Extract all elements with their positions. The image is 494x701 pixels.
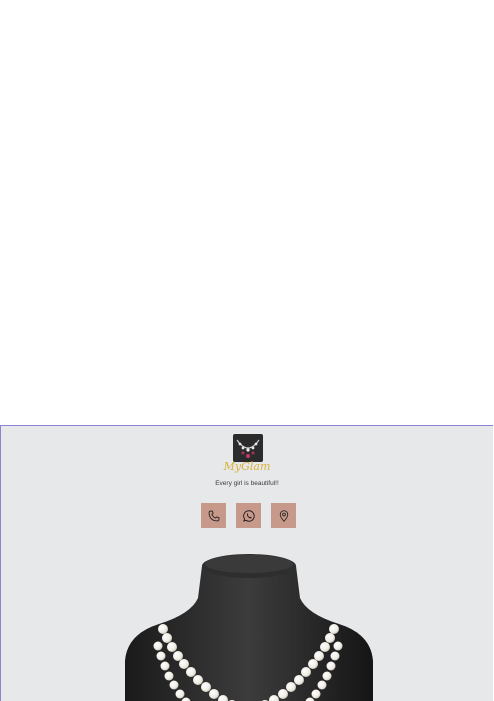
call-button[interactable] bbox=[201, 503, 226, 528]
phone-icon bbox=[207, 509, 221, 523]
whatsapp-button[interactable] bbox=[236, 503, 261, 528]
necklace-mannequin-image bbox=[1, 546, 493, 701]
profile-card: MyGlam Every girl is beautiful!! bbox=[0, 425, 493, 701]
location-button[interactable] bbox=[271, 503, 296, 528]
location-pin-icon bbox=[277, 509, 291, 523]
brand-name: MyGlam bbox=[1, 460, 493, 473]
blank-area bbox=[0, 0, 494, 425]
logo-image bbox=[233, 434, 263, 462]
whatsapp-icon bbox=[242, 509, 256, 523]
tagline: Every girl is beautiful!! bbox=[1, 480, 493, 487]
